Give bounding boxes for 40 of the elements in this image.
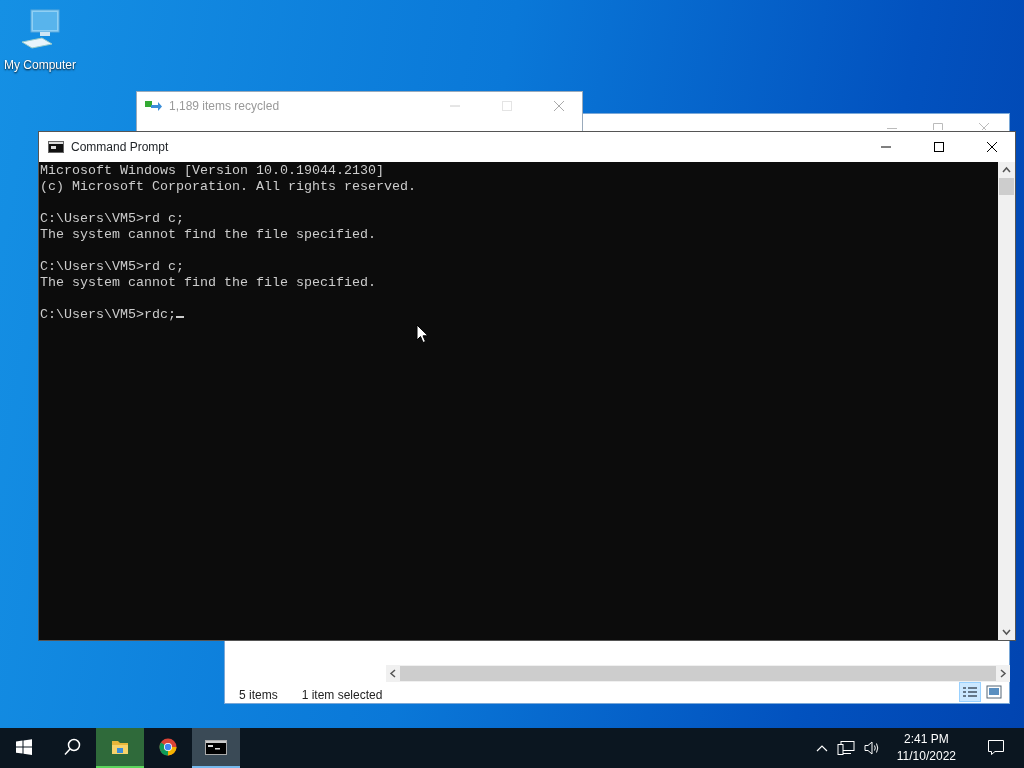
terminal-line: (c) Microsoft Corporation. All rights reserved. — [40, 179, 416, 194]
terminal-line: C:\Users\VM5>rdc; — [40, 307, 176, 322]
terminal-icon — [205, 738, 227, 756]
volume-icon[interactable] — [862, 740, 881, 756]
maximize-icon — [500, 100, 514, 112]
terminal-icon — [48, 141, 64, 153]
view-button[interactable] — [983, 682, 1005, 702]
scroll-thumb[interactable] — [400, 666, 996, 681]
recycle-progress-icon — [145, 100, 163, 112]
maximize-icon — [933, 141, 945, 153]
status-text: 5 items — [239, 687, 278, 704]
close-icon — [977, 122, 991, 130]
desktop-icon-label[interactable]: My Computer — [4, 56, 76, 74]
dialog-title: 1,189 items recycled — [169, 98, 280, 115]
details-view-icon — [962, 685, 978, 699]
windows-logo-icon — [15, 738, 33, 756]
notification-icon — [987, 738, 1005, 756]
terminal-line: Microsoft Windows [Version 10.0.19044.2130] — [40, 163, 384, 178]
vertical-scrollbar[interactable] — [998, 162, 1015, 640]
horizontal-scrollbar[interactable] — [386, 665, 1010, 682]
search-icon — [63, 738, 81, 756]
scroll-thumb[interactable] — [999, 178, 1014, 195]
terminal-line: The system cannot find the file specified. — [40, 227, 376, 242]
window-title: Command Prompt — [71, 139, 169, 156]
status-text: 1 item selected — [301, 687, 383, 704]
browser-icon — [159, 738, 177, 756]
clock-date[interactable]: 11/10/2022 — [896, 748, 956, 765]
terminal-line: The system cannot find the file specified. — [40, 275, 376, 290]
taskbar-button[interactable] — [192, 728, 240, 768]
thumbnail-view-icon — [986, 685, 1002, 699]
folder-icon — [111, 738, 129, 756]
close-icon — [986, 141, 998, 153]
clock-time[interactable]: 2:41 PM — [896, 731, 956, 748]
terminal-line: C:\Users\VM5>rd c; — [40, 259, 184, 274]
network-icon[interactable] — [836, 740, 855, 756]
terminal-line: C:\Users\VM5>rd c; — [40, 211, 184, 226]
mouse-pointer-icon — [416, 324, 429, 344]
view-button[interactable] — [959, 682, 981, 702]
maximize-icon — [931, 122, 945, 130]
close-icon — [552, 100, 566, 112]
